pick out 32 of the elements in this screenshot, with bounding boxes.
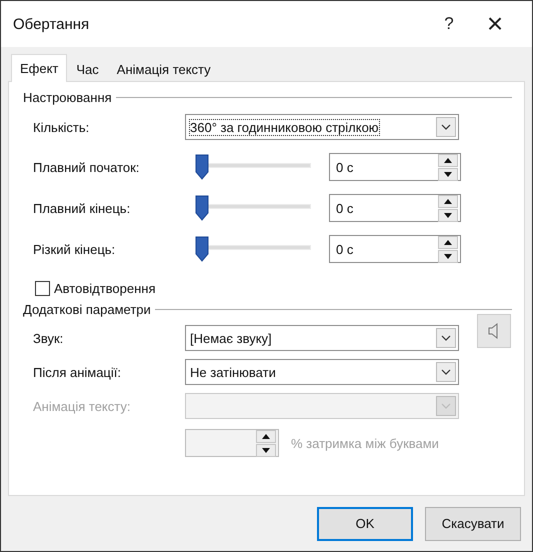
duration-spinbox[interactable]: 0 с: [329, 235, 461, 263]
chevron-down-icon: [436, 117, 456, 137]
slider-thumb[interactable]: [195, 154, 209, 180]
field-label: Звук:: [33, 330, 64, 346]
checkbox[interactable]: [35, 281, 50, 296]
field-label: Анімація тексту:: [33, 398, 132, 414]
chevron-down-icon: [436, 328, 456, 348]
speaker-button[interactable]: [477, 314, 511, 348]
amount-dropdown[interactable]: 360° за годинниковою стрілкою: [185, 114, 459, 140]
cancel-button[interactable]: Скасувати: [425, 506, 521, 540]
close-button[interactable]: ×: [472, 1, 518, 47]
field-label: Плавний кінець:: [33, 200, 132, 216]
duration-spinbox[interactable]: 0 с: [329, 194, 461, 222]
delay-label: % затримка між буквами: [291, 436, 439, 450]
group-heading: Додаткові параметри: [23, 302, 151, 317]
chevron-down-icon: [436, 396, 456, 416]
duration-spinbox[interactable]: 0 с: [329, 153, 461, 181]
dropdown[interactable]: [Немає звуку]: [185, 325, 459, 351]
checkbox-label: Автовідтворення: [54, 281, 156, 296]
chevron-down-icon: [436, 362, 456, 382]
field-label: Різкий кінець:: [33, 242, 116, 256]
ok-button[interactable]: OK: [317, 506, 413, 540]
help-button[interactable]: ?: [426, 1, 472, 47]
group-heading: Настроювання: [23, 90, 112, 105]
slider-thumb[interactable]: [195, 195, 209, 221]
field-label: Кількість:: [33, 120, 90, 134]
field-label: Плавний початок:: [33, 160, 140, 174]
slider-thumb[interactable]: [195, 236, 209, 262]
tab[interactable]: Ефект: [11, 54, 68, 82]
window-title: Обертання: [13, 16, 90, 32]
dropdown[interactable]: Не затінювати: [185, 359, 459, 385]
field-label: Після анімації:: [33, 364, 122, 380]
